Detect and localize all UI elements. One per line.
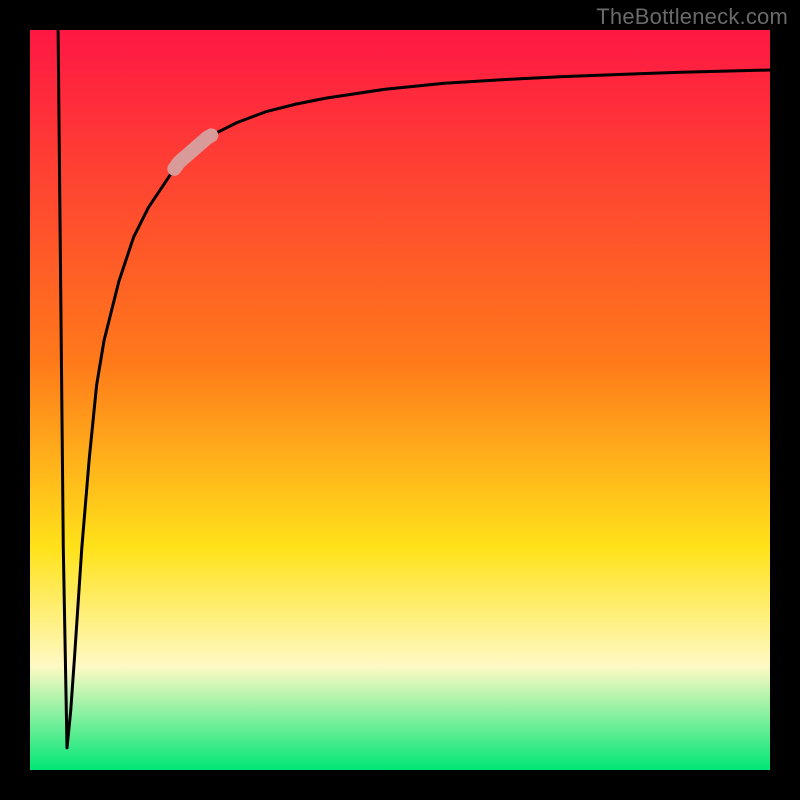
watermark-text: TheBottleneck.com <box>596 4 788 30</box>
plot-area <box>30 30 770 770</box>
bottleneck-chart <box>0 0 800 800</box>
chart-stage: TheBottleneck.com <box>0 0 800 800</box>
